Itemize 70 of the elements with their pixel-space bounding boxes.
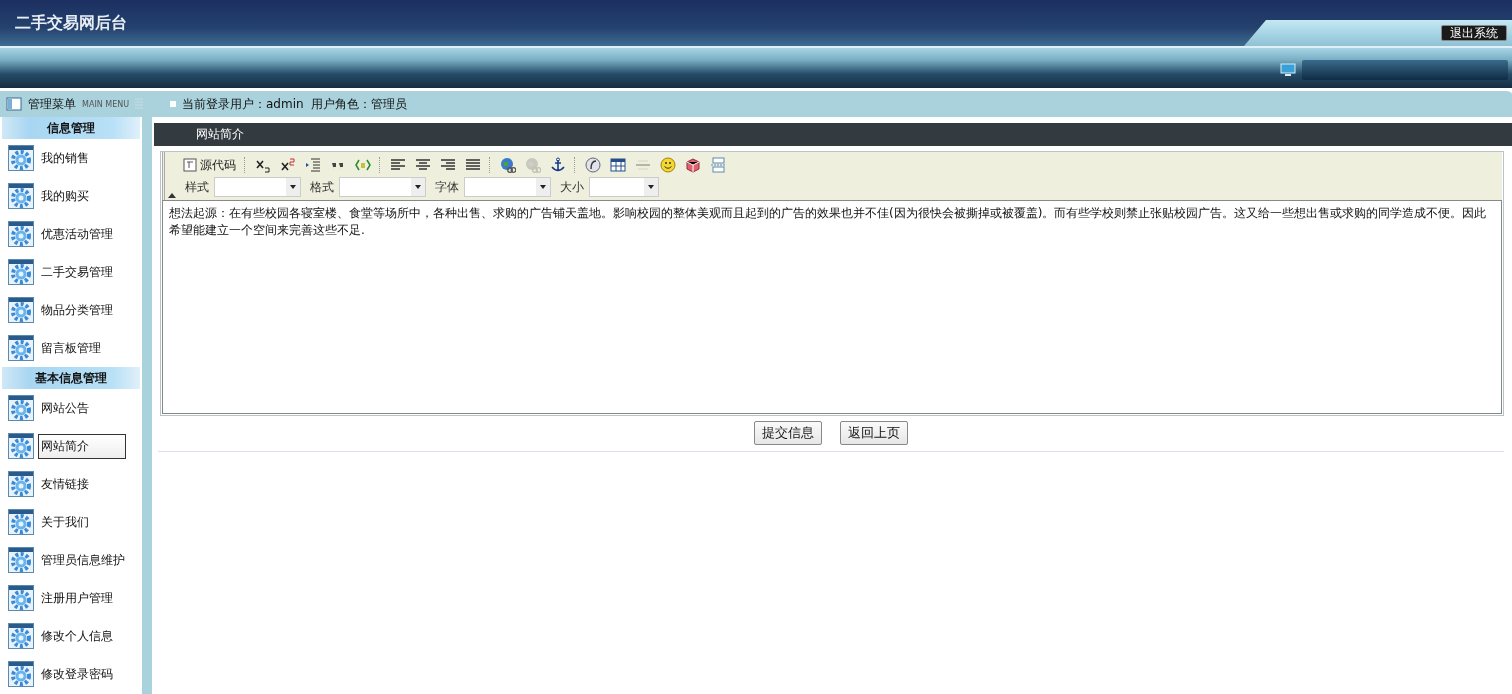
source-icon	[183, 158, 197, 172]
menu-link[interactable]: 管理员信息维护	[38, 547, 128, 573]
menu-subtitle: MAIN MENU	[82, 99, 130, 109]
template-icon[interactable]	[355, 157, 371, 173]
dropdown-field[interactable]	[589, 177, 659, 197]
form-button[interactable]: 提交信息	[754, 421, 822, 445]
special-char-icon[interactable]	[685, 157, 701, 173]
gear-icon	[8, 471, 34, 497]
menu-link[interactable]: 修改个人信息	[38, 623, 116, 649]
superscript-icon[interactable]	[280, 157, 296, 173]
menu-icon	[6, 97, 22, 111]
collapse-icon[interactable]	[168, 193, 176, 198]
caret-icon	[290, 185, 296, 189]
align-left-icon[interactable]	[390, 157, 406, 173]
dropdown-label: 大小	[560, 178, 584, 196]
form-button[interactable]: 返回上页	[840, 421, 908, 445]
gear-icon	[8, 623, 34, 649]
logout-button[interactable]: 退出系统	[1441, 25, 1507, 41]
gear-icon	[8, 661, 34, 687]
menu-link[interactable]: 我的购买	[38, 183, 92, 209]
menu-title: 管理菜单	[28, 95, 76, 113]
gear-icon	[8, 221, 34, 247]
menu-link[interactable]: 注册用户管理	[38, 585, 116, 611]
user-info: 当前登录用户：admin 用户角色：管理员	[182, 95, 408, 113]
dropdown-label: 字体	[435, 178, 459, 196]
monitor-icon	[1280, 63, 1296, 77]
menu-link[interactable]: 关于我们	[38, 509, 92, 535]
gear-icon	[8, 183, 34, 209]
align-right-icon[interactable]	[440, 157, 456, 173]
gear-icon	[8, 145, 34, 171]
table-icon[interactable]	[610, 157, 626, 173]
gear-icon	[8, 433, 34, 459]
panel-title: 网站简介	[154, 123, 1512, 146]
dropdown-field[interactable]	[464, 177, 551, 197]
editor-content[interactable]: 想法起源：在有些校园各寝室楼、食堂等场所中，各种出售、求购的广告铺天盖地。影响校园的整体美观而且起到的广告的效果也并不佳(因为很快会被撕掉或被覆盖)。而有些学校则禁止张贴校园广告。这又给一些想出售或求购的同学造成不便。因此希望能建立一个空间来完善这些不足.	[162, 200, 1502, 414]
gear-icon	[8, 395, 34, 421]
site-title: 二手交易网后台	[14, 12, 127, 34]
menu-link[interactable]: 我的销售	[38, 145, 92, 171]
menu-link[interactable]: 留言板管理	[38, 335, 104, 361]
dropdown-label: 格式	[310, 178, 334, 196]
section-header: 基本信息管理	[2, 367, 140, 389]
bullet-icon	[170, 101, 176, 107]
caret-icon	[648, 185, 654, 189]
dropdown-field[interactable]	[214, 177, 301, 197]
anchor-icon[interactable]	[550, 157, 566, 173]
indent-icon[interactable]	[305, 157, 321, 173]
gear-icon	[8, 585, 34, 611]
gear-icon	[8, 259, 34, 285]
menu-link[interactable]: 优惠活动管理	[38, 221, 116, 247]
gear-icon	[8, 297, 34, 323]
menu-link[interactable]: 友情链接	[38, 471, 92, 497]
justify-icon[interactable]	[465, 157, 481, 173]
section-header: 信息管理	[2, 117, 140, 139]
menu-link[interactable]: 修改登录密码	[38, 661, 116, 687]
dropdown-field[interactable]	[339, 177, 426, 197]
caret-icon	[540, 185, 546, 189]
menu-link[interactable]: 网站简介	[38, 433, 126, 459]
menu-link[interactable]: 网站公告	[38, 395, 92, 421]
flash-icon[interactable]	[585, 157, 601, 173]
align-center-icon[interactable]	[415, 157, 431, 173]
gear-icon	[8, 335, 34, 361]
smiley-icon[interactable]	[660, 157, 676, 173]
menu-link[interactable]: 物品分类管理	[38, 297, 116, 323]
source-button[interactable]: 源代码	[181, 156, 238, 174]
gear-icon	[8, 509, 34, 535]
caret-icon	[415, 185, 421, 189]
menu-link[interactable]: 二手交易管理	[38, 259, 116, 285]
gear-icon	[8, 547, 34, 573]
link-icon[interactable]	[500, 157, 516, 173]
dropdown-label: 样式	[185, 178, 209, 196]
